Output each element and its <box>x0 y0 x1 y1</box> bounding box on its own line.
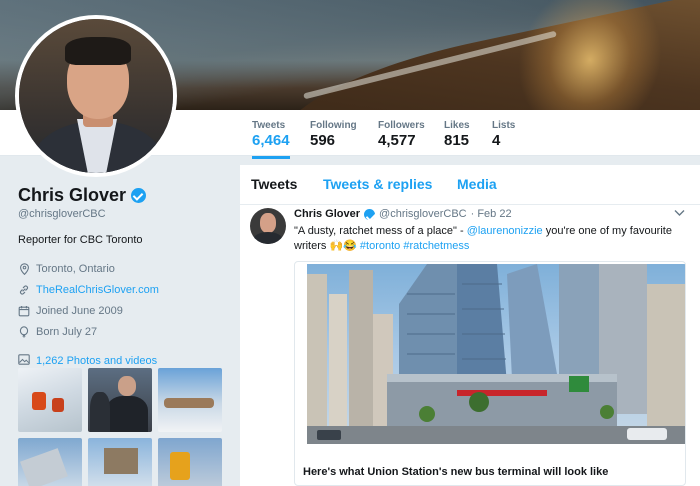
tweet-date[interactable]: · Feb 22 <box>471 208 512 220</box>
tweet-text-rest: you're one of my favourite <box>542 225 672 237</box>
card-title: Here's what Union Station's new bus term… <box>303 466 609 478</box>
photo-thumbnail[interactable] <box>88 368 152 432</box>
photo-thumbnail[interactable] <box>158 368 222 432</box>
calendar-icon <box>18 305 30 317</box>
profile-born: Born July 27 <box>18 321 228 342</box>
link-icon <box>18 284 30 296</box>
card-image <box>307 264 685 444</box>
stat-tweets[interactable]: Tweets 6,464 <box>252 120 290 159</box>
tweet-avatar[interactable] <box>250 208 286 244</box>
tweet-avatar-body <box>253 232 283 244</box>
tweet-author-name[interactable]: Chris Glover <box>294 208 360 220</box>
balloon-icon <box>18 325 30 338</box>
verified-badge-icon <box>131 188 147 203</box>
tweet-header: Chris Glover @chrisgloverCBC · Feb 22 <box>294 208 512 220</box>
stat-following[interactable]: Following 596 <box>310 120 357 149</box>
chevron-down-icon[interactable] <box>674 209 686 221</box>
photo-thumbnail[interactable] <box>88 438 152 486</box>
photo-thumbnail[interactable] <box>158 438 222 486</box>
profile-name-row: Chris Glover <box>18 185 228 206</box>
stat-value: 815 <box>444 132 470 149</box>
tweet-author-handle[interactable]: @chrisgloverCBC <box>379 208 467 220</box>
profile-meta: Toronto, Ontario TheRealChrisGlover.com … <box>18 258 228 342</box>
profile-website: TheRealChrisGlover.com <box>18 279 228 300</box>
photo-thumbnail[interactable] <box>18 438 82 486</box>
stat-label: Likes <box>444 120 470 131</box>
tab-media[interactable]: Media <box>457 176 497 192</box>
stat-label: Followers <box>378 120 425 131</box>
profile-handle[interactable]: @chrisgloverCBC <box>18 208 228 220</box>
photos-and-videos-link[interactable]: 1,262 Photos and videos <box>18 354 228 368</box>
tweet-timeline: Tweets Tweets & replies Media Chris Glov… <box>240 165 700 486</box>
profile-bio: Reporter for CBC Toronto <box>18 234 143 246</box>
stat-label: Tweets <box>252 120 286 131</box>
stat-value: 596 <box>310 132 336 149</box>
stat-lists[interactable]: Lists 4 <box>492 120 515 149</box>
profile-joined: Joined June 2009 <box>18 300 228 321</box>
stat-followers[interactable]: Followers 4,577 <box>378 120 425 149</box>
photo-icon <box>18 354 30 368</box>
tweet-emoji: 🙌😂 <box>329 240 357 252</box>
tweet-text-line2: writers <box>294 240 327 252</box>
union-station-rendering <box>307 264 685 444</box>
tab-tweets-and-replies[interactable]: Tweets & replies <box>323 176 432 192</box>
profile-avatar[interactable] <box>15 15 177 177</box>
tweet-mention[interactable]: @laurenonizzie <box>467 225 543 237</box>
joined-text: Joined June 2009 <box>36 304 123 317</box>
stat-value: 6,464 <box>252 132 290 149</box>
stat-value: 4,577 <box>378 132 416 149</box>
tweet-avatar-face <box>260 213 276 233</box>
stat-label: Lists <box>492 120 516 131</box>
photo-thumbnail[interactable] <box>18 368 82 432</box>
stat-value: 4 <box>492 132 501 149</box>
location-text: Toronto, Ontario <box>36 262 115 275</box>
stat-label: Following <box>310 120 357 131</box>
profile-name[interactable]: Chris Glover <box>18 185 126 206</box>
profile-location: Toronto, Ontario <box>18 258 228 279</box>
tweet-text-quote: "A dusty, ratchet mess of a place" - <box>294 225 467 237</box>
born-text: Born July 27 <box>36 325 98 338</box>
tweet-text: "A dusty, ratchet mess of a place" - @la… <box>294 224 689 254</box>
avatar-hair <box>65 37 131 65</box>
website-link[interactable]: TheRealChrisGlover.com <box>36 284 159 296</box>
tweet-hashtag[interactable]: #ratchetmess <box>403 240 469 252</box>
timeline-tabs: Tweets Tweets & replies Media <box>240 165 700 205</box>
link-card[interactable]: Here's what Union Station's new bus term… <box>294 261 686 486</box>
tweet-hashtag[interactable]: #toronto <box>360 240 400 252</box>
verified-badge-icon <box>364 208 376 220</box>
stat-likes[interactable]: Likes 815 <box>444 120 470 149</box>
tab-tweets[interactable]: Tweets <box>251 176 297 192</box>
location-pin-icon <box>18 262 30 275</box>
profile-card: Chris Glover @chrisgloverCBC Reporter fo… <box>18 185 228 368</box>
photos-label: 1,262 Photos and videos <box>36 355 158 367</box>
